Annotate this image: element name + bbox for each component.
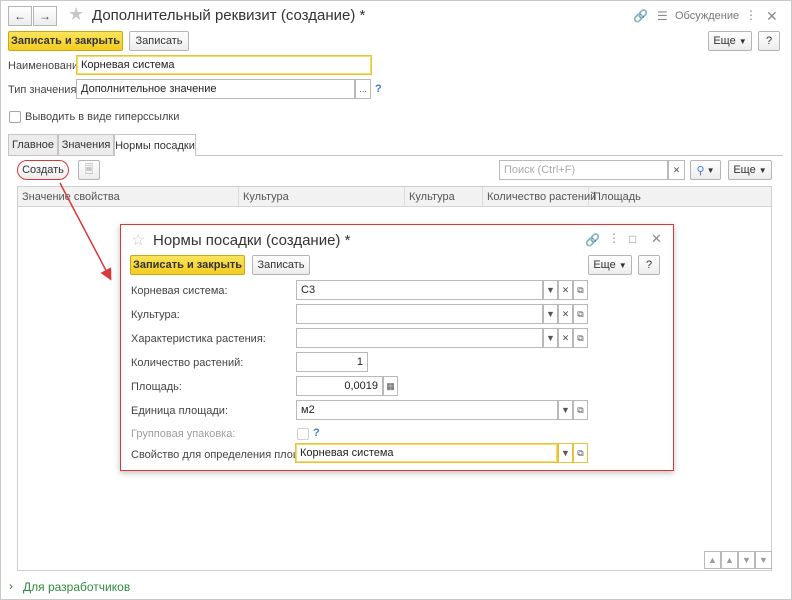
more-menu-icon[interactable]: ⋮ xyxy=(608,231,620,245)
dialog-more-button[interactable]: Еще ▼ xyxy=(588,255,632,275)
dialog-save-button[interactable]: Записать xyxy=(252,255,310,275)
maximize-icon[interactable]: □ xyxy=(629,232,636,246)
dialog-title: Нормы посадки (создание) * xyxy=(153,232,351,249)
area-label: Площадь: xyxy=(131,381,182,393)
clear-icon[interactable]: ✕ xyxy=(558,328,573,348)
open-icon[interactable]: ⧉ xyxy=(573,443,588,463)
dialog-more-label: Еще xyxy=(593,259,616,271)
link-icon[interactable]: 🔗 xyxy=(585,233,600,247)
chevron-right-icon[interactable]: › xyxy=(9,579,13,593)
clear-icon[interactable]: ✕ xyxy=(558,304,573,324)
area-property-field[interactable]: Корневая система xyxy=(295,443,558,463)
root-system-label: Корневая система: xyxy=(131,285,228,297)
open-icon[interactable]: ⧉ xyxy=(573,304,588,324)
dialog-save-and-close-button[interactable]: Записать и закрыть xyxy=(130,255,245,275)
root-system-field[interactable]: С3 xyxy=(296,280,543,300)
culture-label: Культура: xyxy=(131,309,180,321)
clear-icon[interactable]: ✕ xyxy=(558,280,573,300)
open-icon[interactable]: ⧉ xyxy=(573,328,588,348)
favorite-star-icon[interactable]: ☆ xyxy=(131,230,145,250)
chevron-down-icon[interactable]: ▼ xyxy=(543,280,558,300)
plant-count-field[interactable]: 1 xyxy=(296,352,368,372)
group-packaging-help-icon[interactable]: ? xyxy=(313,427,320,439)
close-dialog-icon[interactable]: ✕ xyxy=(651,231,662,247)
area-unit-label: Единица площади: xyxy=(131,405,228,417)
chevron-down-icon[interactable]: ▼ xyxy=(558,443,573,463)
planting-norms-dialog: ☆ Нормы посадки (создание) * 🔗 ⋮ □ ✕ Зап… xyxy=(120,224,674,471)
chevron-down-icon[interactable]: ▼ xyxy=(543,328,558,348)
calculator-icon[interactable]: ▦ xyxy=(383,376,398,396)
chevron-down-icon: ▼ xyxy=(618,260,627,270)
area-unit-field[interactable]: м2 xyxy=(296,400,558,420)
developers-link[interactable]: Для разработчиков xyxy=(23,580,130,594)
chevron-down-icon[interactable]: ▼ xyxy=(543,304,558,324)
chevron-down-icon[interactable]: ▼ xyxy=(558,400,573,420)
characteristic-label: Характеристика растения: xyxy=(131,333,266,345)
open-icon[interactable]: ⧉ xyxy=(573,280,588,300)
group-packaging-checkbox[interactable] xyxy=(297,428,309,440)
characteristic-field[interactable] xyxy=(296,328,543,348)
area-field[interactable]: 0,0019 xyxy=(296,376,383,396)
dialog-help-button[interactable]: ? xyxy=(638,255,660,275)
open-icon[interactable]: ⧉ xyxy=(573,400,588,420)
culture-field[interactable] xyxy=(296,304,543,324)
plant-count-label: Количество растений: xyxy=(131,357,244,369)
group-packaging-label: Групповая упаковка: xyxy=(131,428,236,440)
